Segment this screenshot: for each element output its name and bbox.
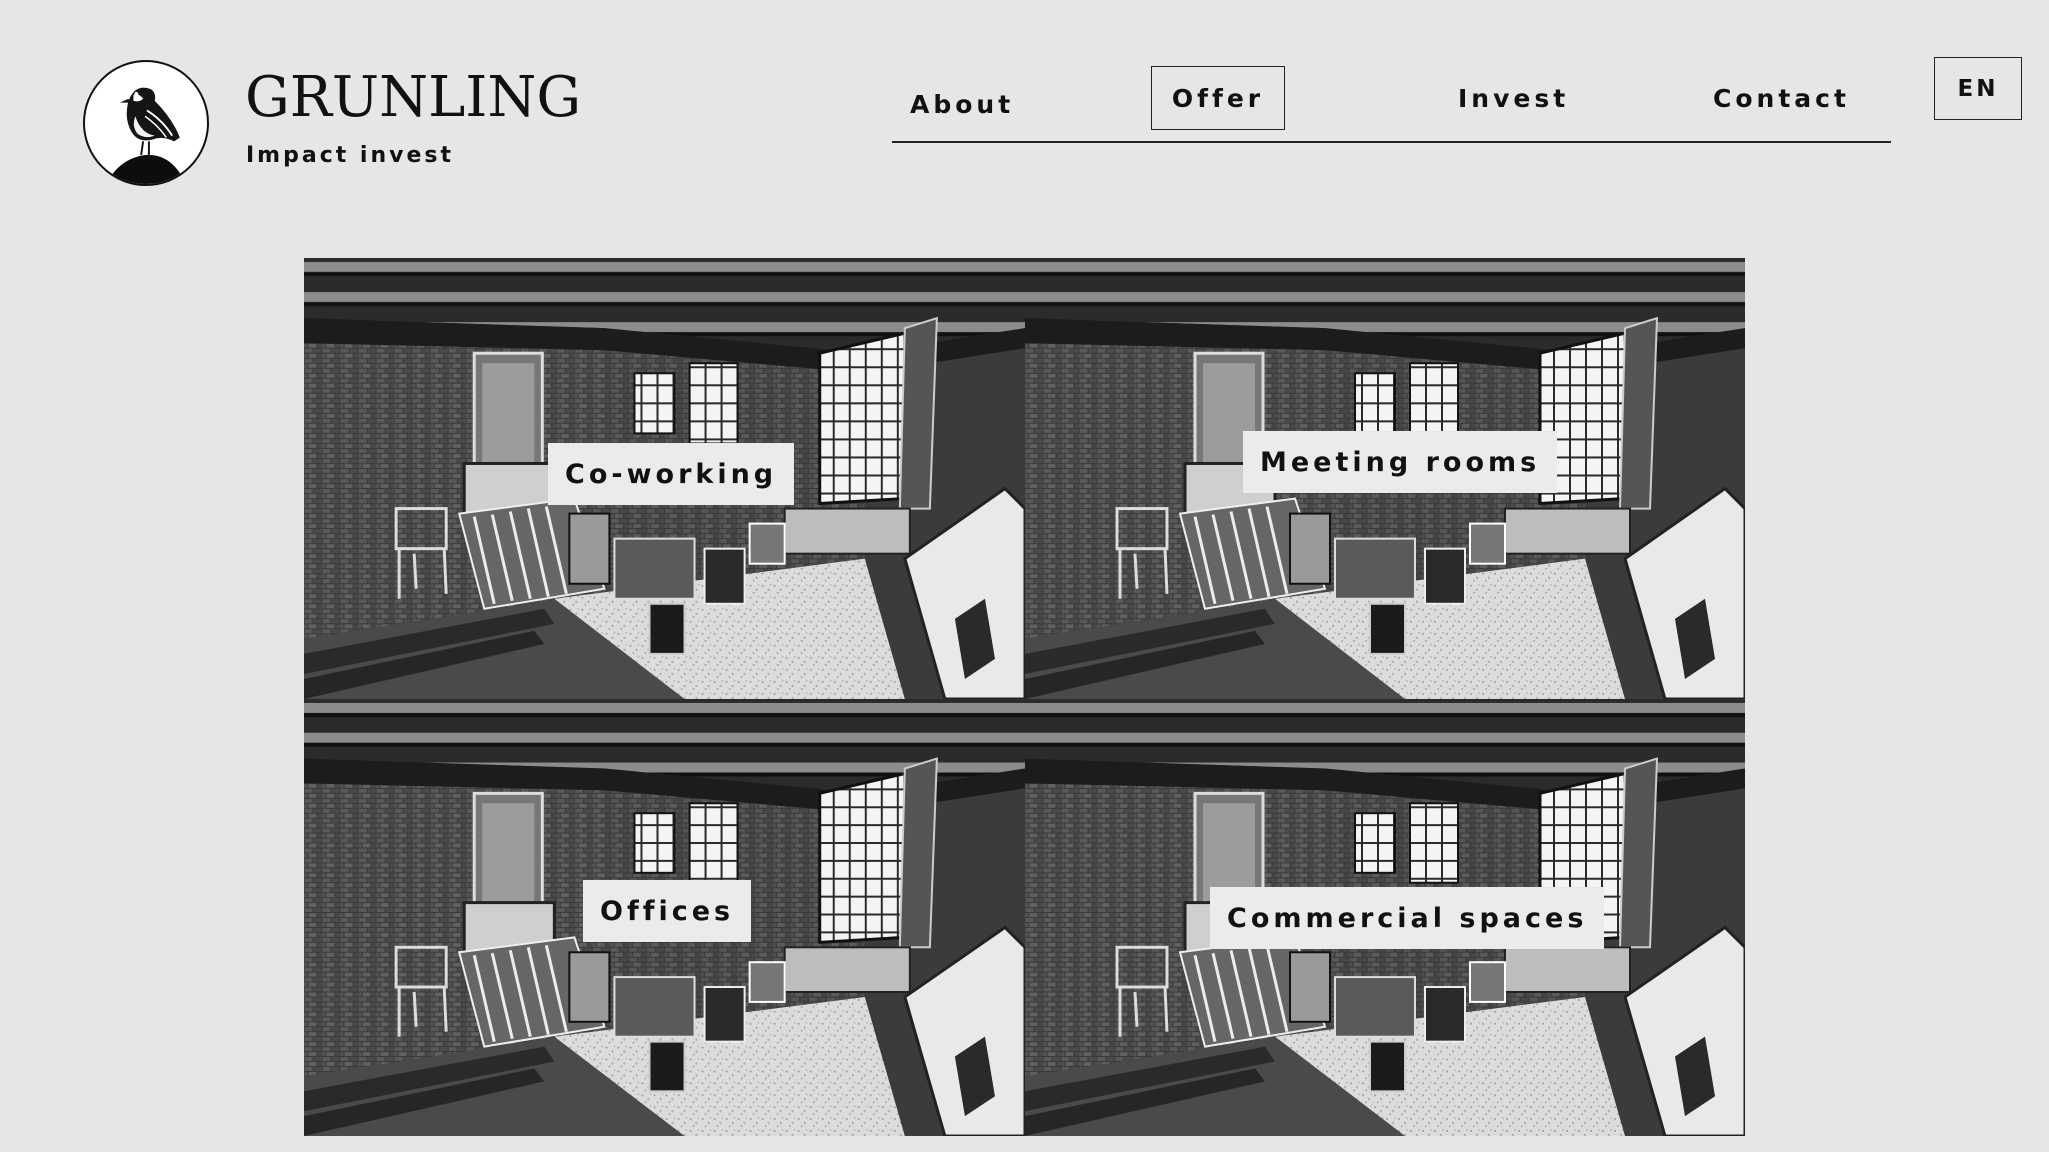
offer-tile-label[interactable]: Meeting rooms (1243, 431, 1558, 493)
offer-tile-label[interactable]: Commercial spaces (1210, 887, 1605, 949)
nav-item-contact[interactable]: Contact (1713, 86, 1850, 111)
offer-tile-meeting-rooms[interactable]: Meeting rooms (1025, 258, 1745, 699)
nav-item-offer-label: Offer (1171, 83, 1265, 113)
nav-item-about[interactable]: About (910, 92, 1014, 117)
offer-tile-coworking[interactable]: Co-working (304, 258, 1025, 699)
nav-item-offer[interactable]: Offer (1151, 66, 1285, 130)
offer-tile-offices[interactable]: Offices (304, 699, 1025, 1136)
brand-name[interactable]: GRUNLING (245, 70, 581, 126)
brand-tagline: Impact invest (246, 143, 454, 168)
sparrow-on-rock-icon (85, 62, 207, 184)
language-label: EN (1957, 75, 1999, 102)
nav-item-invest[interactable]: Invest (1458, 86, 1569, 111)
offer-tile-label[interactable]: Offices (583, 880, 752, 942)
language-button[interactable]: EN (1934, 57, 2022, 120)
offer-tile-commercial-spaces[interactable]: Commercial spaces (1025, 699, 1745, 1136)
offer-grid: Co-working Meeting rooms Offices Commerc… (304, 258, 1745, 1136)
nav-underline (892, 141, 1891, 143)
brand-logo[interactable] (83, 60, 209, 186)
offer-tile-label[interactable]: Co-working (548, 443, 795, 505)
